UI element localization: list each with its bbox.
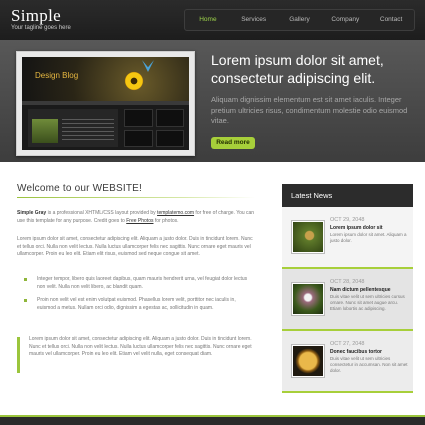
main-nav: Home Services Gallery Company Contact [184,9,415,31]
news-title[interactable]: Donec faucibus tortor [330,349,408,355]
news-thumbnail[interactable] [291,344,325,378]
screenshot-tile [124,129,153,147]
intro-paragraph: Simple Gray is a professional XHTML/CSS … [17,210,255,225]
news-date: OCT 28, 2048 [330,279,365,285]
nav-contact[interactable]: Contact [368,10,414,30]
site-logo[interactable]: Simple [11,6,61,26]
screenshot-thumbnail [32,119,58,143]
news-photo [293,346,323,376]
read-more-button[interactable]: Read more [211,137,255,149]
featured-screenshot[interactable]: Design Blog [16,51,195,156]
page: Simple Your tagline goes here Home Servi… [0,0,425,425]
screenshot-tile [124,109,153,127]
news-thumbnail[interactable] [291,282,325,316]
title-divider [17,197,255,198]
news-date: OCT 27, 2048 [330,341,365,347]
free-photos-link[interactable]: Free Photos [126,218,153,224]
page-title: Welcome to our WEBSITE! [17,183,143,194]
news-title[interactable]: Nam dictum pellentesque [330,287,408,293]
site-tagline: Your tagline goes here [11,25,71,31]
banner-heading: Lorem ipsum dolor sit amet, consectetur … [211,52,384,86]
sidebar-title: Latest News [282,184,413,207]
intro-text: is a professional XHTML/CSS layout provi… [46,210,158,216]
news-item[interactable]: OCT 27, 2048 Donec faucibus tortor Duis … [282,331,413,393]
screenshot-title: Design Blog [35,71,79,80]
bullet-list: Integer tempor, libero quis laoreet dapi… [24,276,255,318]
news-title[interactable]: Lorem ipsum dolor sit [330,225,408,231]
news-thumbnail[interactable] [291,220,325,254]
nav-gallery[interactable]: Gallery [277,10,323,30]
screenshot-image: Design Blog [22,57,189,150]
nav-home[interactable]: Home [185,10,231,30]
featured-banner: Design Blog Lorem ipsum dolor sit amet, … [0,40,425,162]
brand-name: Simple Gray [17,210,47,216]
news-photo [293,284,323,314]
news-date: OCT 29, 2048 [330,217,365,223]
screenshot-content [28,109,118,147]
blockquote: Lorem ipsum dolor sit amet, consectetur … [29,336,252,357]
news-item[interactable]: OCT 28, 2048 Nam dictum pellentesque Dui… [282,269,413,331]
bullet-item: Integer tempor, libero quis laoreet dapi… [24,276,255,291]
footer [0,417,425,425]
intro-text: for photos. [153,217,179,224]
news-text: Lorem ipsum dolor sit amet. Aliquam a ju… [330,232,407,243]
screenshot-nav-bar [22,101,189,105]
news-photo [293,222,323,252]
body-paragraph: Lorem ipsum dolor sit amet, consectetur … [17,236,253,257]
bullet-item: Proin non velit vel est enim volutpat eu… [24,297,255,312]
news-text: Duis vitae velit ut sem ultricies cursus… [330,294,405,311]
screenshot-sidebar [124,109,184,147]
templatemo-link[interactable]: templatemo.com [157,210,194,216]
nav-company[interactable]: Company [322,10,368,30]
header: Simple Your tagline goes here Home Servi… [0,0,425,40]
nav-services[interactable]: Services [231,10,277,30]
sidebar-title-text: Latest News [291,191,333,200]
screenshot-tile [155,109,184,127]
quote-accent-bar [17,337,20,373]
news-item[interactable]: OCT 29, 2048 Lorem ipsum dolor sit Lorem… [282,207,413,269]
screenshot-tile [155,129,184,147]
screenshot-text-lines [62,119,114,143]
banner-text: Aliquam dignissim elementum est sit amet… [211,95,408,125]
news-text: Duis vitae velit ut sem ultricies consec… [330,356,408,373]
news-divider [282,391,413,393]
flower-icon [124,71,144,91]
